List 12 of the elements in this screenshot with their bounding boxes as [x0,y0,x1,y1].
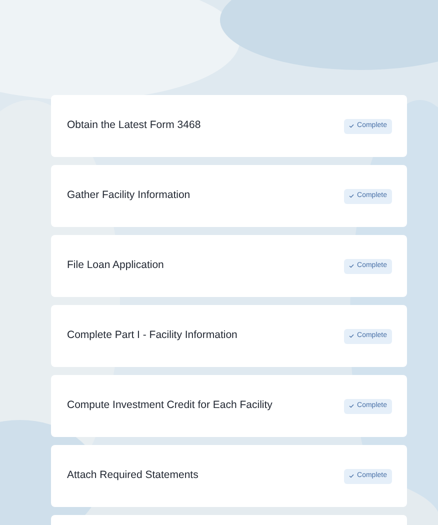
task-title: Attach Required Statements [67,468,198,484]
check-icon [349,474,354,478]
task-title: Compute Investment Credit for Each Facility [67,398,272,414]
task-title: Obtain the Latest Form 3468 [67,118,201,134]
check-icon [349,334,354,338]
task-title: Gather Facility Information [67,188,190,204]
task-title: File Loan Application [67,258,164,274]
check-icon [349,404,354,408]
task-title: Complete Part I - Facility Information [67,328,238,344]
check-icon [349,124,354,128]
check-icon [349,194,354,198]
check-icon [349,264,354,268]
